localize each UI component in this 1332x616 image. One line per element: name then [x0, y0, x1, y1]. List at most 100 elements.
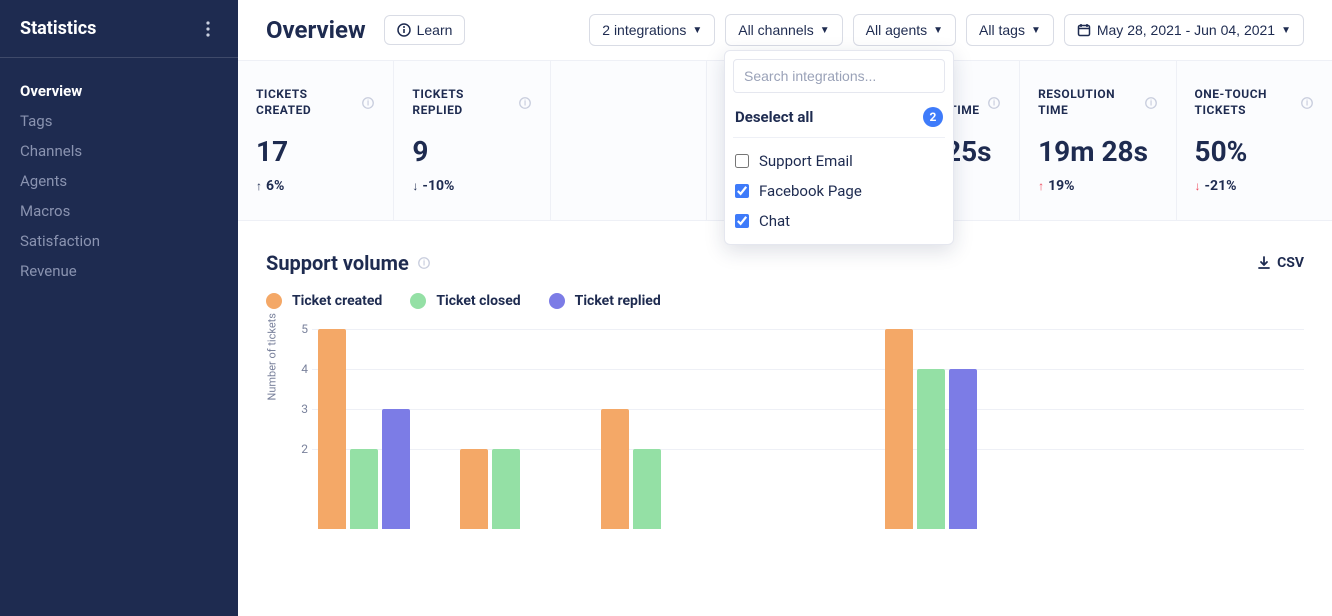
stat-card	[551, 61, 707, 220]
legend-label: Ticket created	[292, 293, 382, 309]
export-csv-button[interactable]: CSV	[1257, 255, 1304, 271]
deselect-all-label: Deselect all	[735, 108, 813, 126]
bar	[633, 449, 661, 529]
learn-button[interactable]: Learn	[384, 15, 466, 45]
chart-section: Support volume i CSV Ticket created Tick…	[238, 221, 1332, 529]
bar-group	[595, 329, 737, 529]
bar-group	[737, 329, 879, 529]
integrations-search-input[interactable]	[733, 59, 945, 93]
bar	[460, 449, 488, 529]
info-icon: i	[417, 256, 431, 270]
selected-count-badge: 2	[923, 107, 943, 127]
integration-option-support-email[interactable]: Support Email	[733, 146, 945, 176]
caret-down-icon: ▼	[933, 25, 943, 36]
integrations-dropdown: Deselect all 2 Support Email Facebook Pa…	[724, 50, 954, 245]
sidebar-header: Statistics	[0, 0, 238, 58]
info-icon: i	[987, 96, 1001, 110]
bar	[885, 329, 913, 529]
ytick-label: 5	[294, 322, 308, 336]
chart-title: Support volume	[266, 251, 409, 275]
tags-filter[interactable]: All tags ▼	[966, 14, 1054, 46]
date-range-filter[interactable]: May 28, 2021 - Jun 04, 2021 ▼	[1064, 14, 1304, 46]
integrations-filter-label: 2 integrations	[602, 22, 686, 38]
chart-ylabel: Number of tickets	[266, 313, 279, 400]
agents-filter-label: All agents	[866, 22, 927, 38]
bar	[318, 329, 346, 529]
sidebar-item-revenue[interactable]: Revenue	[20, 256, 218, 286]
caret-down-icon: ▼	[1031, 25, 1041, 36]
bar	[492, 449, 520, 529]
sidebar-nav: Overview Tags Channels Agents Macros Sat…	[0, 58, 238, 304]
legend-label: Ticket replied	[575, 293, 661, 309]
stat-value: 50%	[1195, 136, 1314, 168]
stat-change: ↑ 6%	[256, 178, 375, 194]
stat-change-value: -10%	[422, 178, 454, 194]
svg-text:i: i	[1306, 98, 1308, 107]
stat-label: TICKETS CREATED	[256, 87, 355, 118]
arrow-up-icon: ↑	[256, 179, 262, 193]
sidebar-item-tags[interactable]: Tags	[20, 106, 218, 136]
deselect-all-row[interactable]: Deselect all 2	[733, 101, 945, 138]
stat-change-value: -21%	[1205, 178, 1237, 194]
sidebar-item-overview[interactable]: Overview	[20, 76, 218, 106]
stat-change-value: 19%	[1048, 178, 1074, 194]
bar-group	[1162, 329, 1304, 529]
sidebar-item-satisfaction[interactable]: Satisfaction	[20, 226, 218, 256]
legend-item: Ticket created	[266, 293, 382, 309]
more-vertical-icon[interactable]	[198, 19, 218, 39]
arrow-up-icon: ↑	[1038, 179, 1044, 193]
caret-down-icon: ▼	[820, 25, 830, 36]
legend-dot-icon	[266, 293, 282, 309]
integrations-filter[interactable]: 2 integrations ▼	[589, 14, 715, 46]
legend-dot-icon	[549, 293, 565, 309]
sidebar-item-macros[interactable]: Macros	[20, 196, 218, 226]
stat-card: TICKETS REPLIEDi9↓ -10%	[394, 61, 550, 220]
calendar-icon	[1077, 23, 1091, 37]
bar	[382, 409, 410, 529]
chart-legend: Ticket created Ticket closed Ticket repl…	[266, 293, 1304, 309]
bar-group	[879, 329, 1021, 529]
stat-label: TICKETS REPLIED	[412, 87, 511, 118]
info-icon: i	[1300, 96, 1314, 110]
chart-header: Support volume i CSV	[266, 251, 1304, 275]
ytick-label: 3	[294, 402, 308, 416]
caret-down-icon: ▼	[692, 25, 702, 36]
integration-option-facebook-page[interactable]: Facebook Page	[733, 176, 945, 206]
stat-card: RESOLUTION TIMEi19m 28s↑ 19%	[1020, 61, 1176, 220]
stat-label: RESOLUTION TIME	[1038, 87, 1137, 118]
sidebar: Statistics Overview Tags Channels Agents…	[0, 0, 238, 616]
bar-group	[454, 329, 596, 529]
legend-label: Ticket closed	[436, 293, 520, 309]
stat-change: ↑ 19%	[1038, 178, 1157, 194]
legend-item: Ticket replied	[549, 293, 661, 309]
svg-text:i: i	[1149, 98, 1151, 107]
integration-checkbox[interactable]	[735, 154, 749, 168]
tags-filter-label: All tags	[979, 22, 1025, 38]
stat-value: 17	[256, 136, 375, 168]
integration-checkbox[interactable]	[735, 184, 749, 198]
ytick-label: 2	[294, 442, 308, 456]
info-icon: i	[361, 96, 375, 110]
arrow-down-icon: ↓	[1195, 179, 1201, 193]
stat-card: TICKETS CREATED i 17 ↑ 6%	[238, 61, 394, 220]
sidebar-item-agents[interactable]: Agents	[20, 166, 218, 196]
ytick-label: 4	[294, 362, 308, 376]
stat-value: 9	[412, 136, 531, 168]
chart-area: Number of tickets 2345	[294, 329, 1304, 529]
bar-group	[1021, 329, 1163, 529]
integration-checkbox[interactable]	[735, 214, 749, 228]
svg-text:i: i	[423, 259, 425, 268]
info-icon: i	[1144, 96, 1158, 110]
sidebar-title: Statistics	[20, 18, 96, 39]
integration-label: Chat	[759, 212, 790, 230]
info-icon: i	[518, 96, 532, 110]
sidebar-item-channels[interactable]: Channels	[20, 136, 218, 166]
page-title: Overview	[266, 16, 366, 44]
agents-filter[interactable]: All agents ▼	[853, 14, 956, 46]
channels-filter[interactable]: All channels ▼	[725, 14, 842, 46]
date-range-label: May 28, 2021 - Jun 04, 2021	[1097, 22, 1275, 38]
caret-down-icon: ▼	[1281, 25, 1291, 36]
csv-label: CSV	[1277, 255, 1304, 271]
bar	[917, 369, 945, 529]
integration-option-chat[interactable]: Chat	[733, 206, 945, 236]
